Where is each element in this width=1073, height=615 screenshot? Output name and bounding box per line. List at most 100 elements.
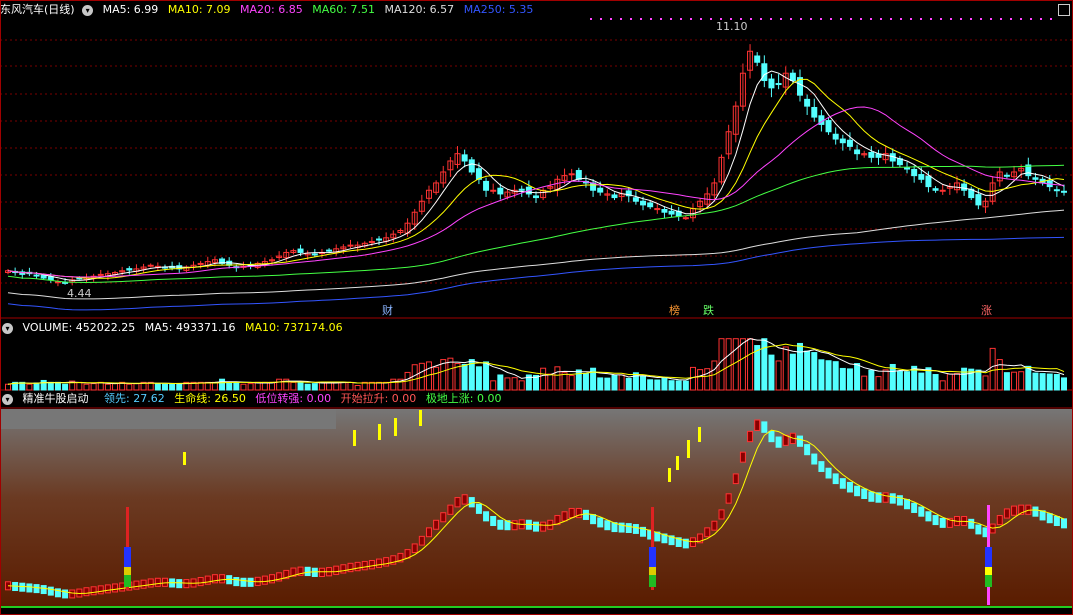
volume-toggle-icon[interactable]: ▾	[2, 322, 13, 334]
volume-bar	[953, 373, 960, 391]
indicator-bar	[889, 493, 896, 504]
volume-bar	[297, 381, 304, 391]
signal-block-green	[985, 575, 992, 587]
volume-bar	[932, 374, 939, 391]
volume-bar	[568, 375, 575, 391]
volume-bar	[904, 371, 911, 391]
signal-block-blue	[124, 547, 131, 567]
candle-body	[461, 154, 468, 162]
indicator-toggle-icon[interactable]: ▾	[2, 393, 13, 405]
event-tag-rank[interactable]: 榜	[668, 304, 681, 317]
candle-body	[804, 98, 811, 107]
indicator-polar-rise: 极地上涨: 0.00	[425, 392, 502, 405]
volume-bar	[347, 381, 354, 391]
indicator-bar	[868, 491, 875, 502]
indicator-bar	[425, 527, 432, 538]
volume-bar	[582, 373, 589, 391]
indicator-bar	[1046, 513, 1053, 524]
candle-body	[1053, 189, 1060, 192]
candle-body	[126, 268, 133, 271]
volume-bar	[1039, 373, 1046, 391]
candle-body	[846, 139, 853, 147]
indicator-bar	[825, 467, 832, 479]
volume-bar	[697, 369, 704, 391]
ma5-line	[7, 70, 1065, 281]
signal-block-yellow	[649, 567, 656, 575]
indicator-bar	[604, 520, 611, 531]
volume-bar	[597, 377, 604, 391]
candle-body	[961, 183, 968, 191]
volume-bar	[754, 345, 761, 391]
indicator-lead: 领先: 27.62	[104, 392, 165, 405]
volume-bar	[975, 369, 982, 391]
volume-bar	[575, 369, 582, 391]
volume-bar	[340, 381, 347, 391]
candle-body	[297, 248, 304, 253]
indicator-bar	[354, 561, 361, 572]
signal-spike	[353, 430, 356, 446]
volume-bar	[5, 383, 11, 391]
indicator-bar	[304, 566, 311, 577]
volume-bar	[761, 338, 768, 391]
volume-bar	[461, 363, 468, 391]
indicator-bar	[154, 577, 161, 587]
volume-bar	[40, 379, 47, 391]
volume-bar	[946, 373, 953, 391]
candle-body	[490, 189, 497, 192]
signal-block-yellow	[985, 567, 992, 575]
volume-bar	[989, 347, 996, 391]
signal-spike	[183, 452, 186, 465]
event-tag-fall[interactable]: 跌	[702, 304, 715, 317]
volume-bar	[675, 380, 682, 391]
indicator-bar	[247, 577, 254, 587]
indicator-bar	[818, 461, 825, 472]
indicator-bar	[112, 583, 119, 593]
indicator-bar	[725, 493, 732, 504]
volume-bar	[604, 377, 611, 391]
volume-bar	[768, 354, 775, 391]
event-tag-finance[interactable]: 财	[381, 304, 394, 317]
candle-body	[975, 194, 982, 206]
candle-body	[311, 253, 318, 256]
candle-body	[497, 187, 504, 195]
event-tag-rise[interactable]: 涨	[980, 304, 993, 317]
volume-bar	[26, 383, 33, 391]
volume-bar	[618, 374, 625, 391]
indicator-bar	[811, 453, 818, 465]
indicator-low-strengthen: 低位转强: 0.00	[255, 392, 332, 405]
indicator-bar	[47, 586, 54, 596]
indicator-bar	[447, 504, 454, 515]
candle-body	[568, 173, 575, 176]
indicator-bar	[311, 567, 318, 577]
signal-block-blue	[985, 547, 992, 567]
volume-bar	[497, 374, 504, 391]
indicator-bar	[233, 577, 240, 587]
candle-body	[33, 274, 40, 277]
volume-bar	[47, 381, 54, 391]
indicator-bar	[511, 520, 518, 531]
candle-body	[768, 78, 775, 89]
volume-bar	[518, 380, 525, 391]
volume-bar	[169, 383, 176, 391]
volume-bar	[161, 383, 168, 391]
volume-bar	[625, 377, 632, 391]
indicator-bar	[133, 580, 140, 590]
indicator-bar	[597, 517, 604, 528]
candle-body	[147, 264, 154, 267]
indicator-header-shade	[0, 409, 336, 429]
candle-body	[575, 170, 582, 180]
candle-body	[832, 133, 839, 140]
volume-bar	[290, 381, 297, 391]
volume-bar	[390, 378, 397, 391]
candle-body	[925, 175, 932, 188]
indicator-bar	[197, 577, 204, 587]
volume-bar	[154, 383, 161, 391]
volume-bar	[782, 346, 789, 391]
volume-bar	[1046, 373, 1053, 391]
candle-body	[632, 197, 639, 202]
volume-bar	[511, 377, 518, 391]
volume-bar	[1061, 377, 1067, 391]
volume-bar	[661, 376, 668, 391]
candle-body	[839, 138, 846, 144]
candle-body	[347, 244, 354, 247]
